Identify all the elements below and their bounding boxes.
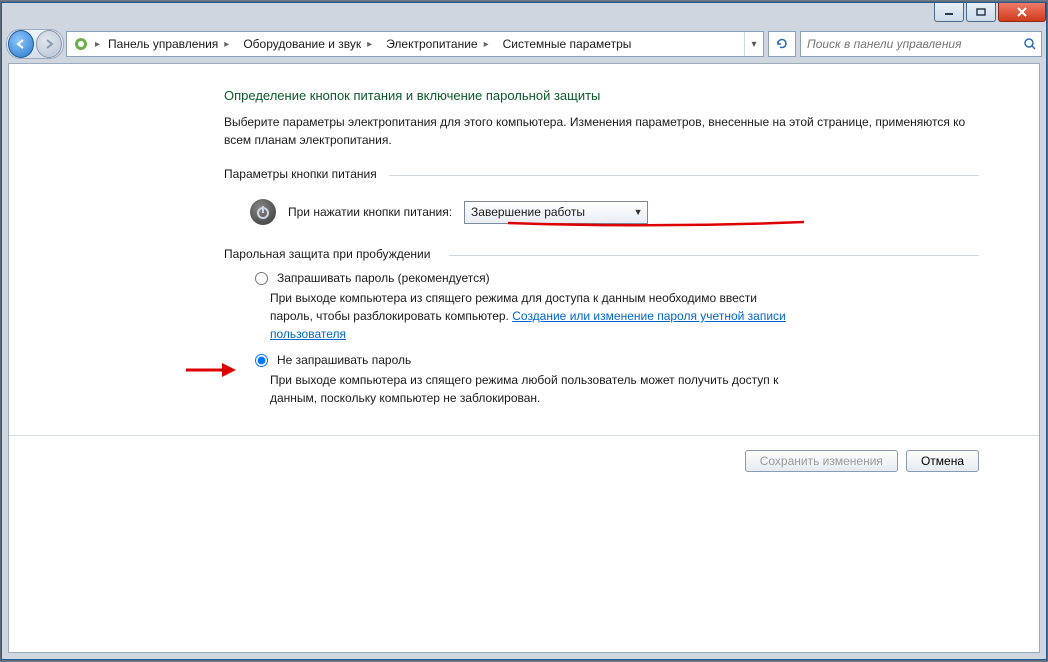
- breadcrumb-hardware-sound[interactable]: Оборудование и звук ▸: [235, 32, 378, 56]
- navigation-bar: ▸ Панель управления ▸ Оборудование и звук…: [6, 29, 1042, 59]
- address-dropdown-button[interactable]: ▾: [744, 32, 763, 56]
- button-row: Сохранить изменения Отмена: [9, 435, 1039, 472]
- content-inner: Определение кнопок питания и включение п…: [224, 88, 979, 472]
- address-bar[interactable]: ▸ Панель управления ▸ Оборудование и звук…: [66, 31, 764, 57]
- breadcrumb-label: Оборудование и звук: [243, 37, 361, 51]
- back-arrow-icon: [14, 37, 28, 51]
- content-pane: Определение кнопок питания и включение п…: [8, 63, 1040, 653]
- breadcrumb-control-panel[interactable]: Панель управления ▸: [100, 32, 235, 56]
- chevron-down-icon: ▼: [631, 204, 645, 221]
- breadcrumb-power-options[interactable]: Электропитание ▸: [378, 32, 494, 56]
- annotation-arrow: [184, 360, 244, 383]
- breadcrumb-label: Панель управления: [108, 37, 218, 51]
- nav-back-forward: [6, 29, 64, 59]
- window-controls: [932, 3, 1046, 25]
- option-label: Запрашивать пароль (рекомендуется): [277, 271, 490, 285]
- option-label: Не запрашивать пароль: [277, 353, 411, 367]
- control-panel-icon: [71, 34, 91, 54]
- close-icon: [1016, 7, 1028, 17]
- page-subtitle: Выберите параметры электропитания для эт…: [224, 113, 979, 149]
- refresh-button[interactable]: [768, 31, 796, 57]
- radio-no-password[interactable]: [255, 354, 268, 367]
- chevron-right-icon: ▸: [484, 39, 489, 50]
- maximize-icon: [976, 8, 986, 16]
- minimize-button[interactable]: [934, 3, 964, 22]
- option-no-password: Не запрашивать пароль: [250, 353, 979, 367]
- option-require-password-desc: При выходе компьютера из спящего режима …: [270, 289, 790, 343]
- chevron-right-icon: ▸: [224, 39, 229, 50]
- close-button[interactable]: [998, 3, 1046, 22]
- refresh-icon: [775, 37, 789, 51]
- group-label: Параметры кнопки питания: [224, 167, 377, 181]
- control-panel-window: ▸ Панель управления ▸ Оборудование и звук…: [1, 2, 1047, 660]
- option-require-password: Запрашивать пароль (рекомендуется): [250, 271, 979, 285]
- group-password-protection: Парольная защита при пробуждении: [224, 247, 979, 261]
- forward-button[interactable]: [36, 30, 62, 58]
- page-title: Определение кнопок питания и включение п…: [224, 88, 979, 103]
- search-box[interactable]: [800, 31, 1042, 57]
- dropdown-value: Завершение работы: [471, 205, 585, 219]
- annotation-underline: [506, 219, 806, 224]
- group-label: Парольная защита при пробуждении: [224, 247, 430, 261]
- breadcrumb-label: Электропитание: [386, 37, 477, 51]
- cancel-button[interactable]: Отмена: [906, 450, 979, 472]
- minimize-icon: [944, 8, 954, 16]
- forward-arrow-icon: [42, 37, 56, 51]
- search-icon: [1019, 37, 1041, 51]
- chevron-right-icon: ▸: [367, 39, 372, 50]
- save-button[interactable]: Сохранить изменения: [745, 450, 898, 472]
- search-input[interactable]: [801, 37, 1019, 51]
- breadcrumb-label: Системные параметры: [503, 37, 632, 51]
- power-button-action-label: При нажатии кнопки питания:: [288, 205, 452, 219]
- group-power-button-settings: Параметры кнопки питания: [224, 167, 979, 181]
- radio-require-password[interactable]: [255, 272, 268, 285]
- breadcrumb-system-settings[interactable]: Системные параметры: [495, 32, 638, 56]
- back-button[interactable]: [8, 30, 34, 58]
- maximize-button[interactable]: [966, 3, 996, 22]
- power-icon: [250, 199, 276, 225]
- option-no-password-desc: При выходе компьютера из спящего режима …: [270, 371, 790, 407]
